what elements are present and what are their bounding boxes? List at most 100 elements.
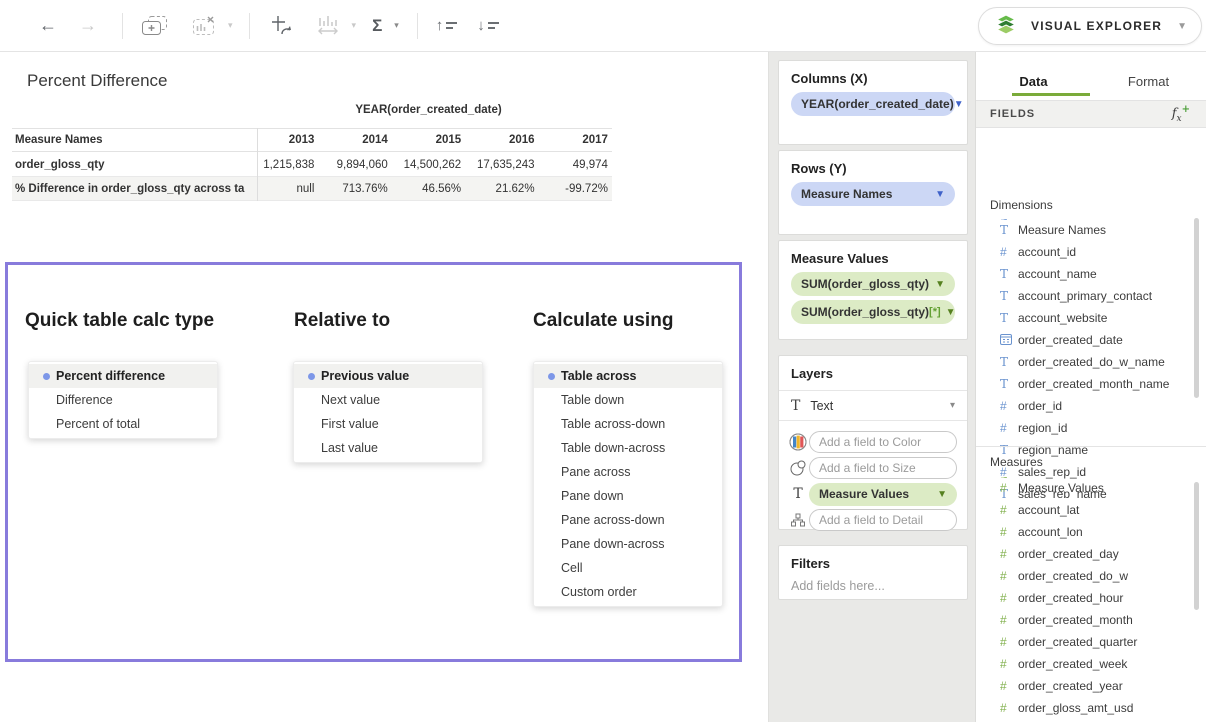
calc-option[interactable]: Table across: [534, 364, 722, 388]
chevron-down-icon[interactable]: ▼: [937, 489, 947, 500]
chevron-down-icon[interactable]: ▼: [954, 99, 964, 110]
calc-option-label: Previous value: [321, 369, 409, 383]
field-item[interactable]: ~T Measure Names: [976, 219, 1206, 241]
forward-arrow-icon[interactable]: →: [68, 15, 108, 36]
color-field-dropzone[interactable]: Add a field to Color: [809, 431, 957, 453]
calc-option[interactable]: Table down: [534, 388, 722, 412]
dimensions-scrollbar[interactable]: [1194, 218, 1199, 398]
calc-option[interactable]: Percent of total: [29, 412, 217, 436]
filters-dropzone[interactable]: Add fields here...: [779, 571, 967, 593]
field-label: account_primary_contact: [1018, 289, 1152, 303]
field-item[interactable]: # region_id: [976, 417, 1206, 439]
field-item[interactable]: T account_name: [976, 263, 1206, 285]
measure-names-icon: ~T: [1000, 223, 1018, 237]
calc-option[interactable]: Pane down: [534, 484, 722, 508]
swap-axes-icon[interactable]: [270, 14, 294, 38]
field-item[interactable]: # account_lat: [976, 499, 1206, 521]
size-field-dropzone[interactable]: Add a field to Size: [809, 457, 957, 479]
text-icon: T: [1000, 289, 1018, 303]
layers-shelf: Layers T Text ▾ Add a field to Color: [778, 355, 968, 530]
calc-option[interactable]: First value: [294, 412, 482, 436]
page-title: Percent Difference: [27, 71, 167, 91]
view-type-icon[interactable]: [316, 14, 340, 38]
chevron-down-icon[interactable]: ▼: [946, 307, 956, 318]
sort-descending-icon[interactable]: ↓: [477, 17, 499, 34]
field-item[interactable]: # order_created_month: [976, 609, 1206, 631]
selected-bullet-icon: [308, 369, 321, 383]
field-item[interactable]: ~# Measure Values: [976, 477, 1206, 499]
field-label: order_created_week: [1018, 657, 1127, 671]
calc-option-label: Pane down-across: [561, 537, 665, 551]
field-item[interactable]: # order_created_quarter: [976, 631, 1206, 653]
field-item[interactable]: # order_created_day: [976, 543, 1206, 565]
measures-scrollbar[interactable]: [1194, 482, 1199, 610]
table-row: % Difference in order_gloss_qty across t…: [12, 177, 612, 201]
row-label: % Difference in order_gloss_qty across t…: [12, 183, 245, 195]
calc-option[interactable]: Previous value: [294, 364, 482, 388]
tab-format[interactable]: Format: [1091, 60, 1206, 100]
calc-option[interactable]: Custom order: [534, 580, 722, 604]
text-layer-icon: T: [791, 398, 800, 414]
field-item[interactable]: # account_id: [976, 241, 1206, 263]
calc-option[interactable]: Difference: [29, 388, 217, 412]
rows-field-pill[interactable]: Measure Names ▼: [791, 182, 955, 206]
field-item[interactable]: T order_created_month_name: [976, 373, 1206, 395]
calc-option[interactable]: Percent difference: [29, 364, 217, 388]
calc-option[interactable]: Table down-across: [534, 436, 722, 460]
fields-panel: Data Format FIELDS fx+ Dimensions ~T Mea…: [975, 52, 1206, 722]
text-field-pill[interactable]: Measure Values ▼: [809, 483, 957, 506]
field-label: order_created_do_w: [1018, 569, 1128, 583]
calc-option[interactable]: Table across-down: [534, 412, 722, 436]
columns-field-pill[interactable]: YEAR(order_created_date) ▼: [791, 92, 955, 116]
field-item[interactable]: T order_created_do_w_name: [976, 351, 1206, 373]
calc-option[interactable]: Pane across: [534, 460, 722, 484]
number-icon: #: [1000, 245, 1018, 259]
back-arrow-icon[interactable]: ←: [28, 15, 68, 36]
table-cell: -99.72%: [539, 183, 612, 195]
field-item[interactable]: # order_created_hour: [976, 587, 1206, 609]
measure-values-title: Measure Values: [779, 241, 967, 266]
chevron-down-icon[interactable]: ▼: [935, 279, 945, 290]
pill-label: Measure Values: [819, 487, 909, 501]
number-icon: #: [1000, 525, 1018, 539]
clear-visualization-icon[interactable]: [192, 15, 216, 37]
field-item[interactable]: # order_gloss_amt_usd: [976, 697, 1206, 719]
field-item[interactable]: # order_created_do_w: [976, 565, 1206, 587]
field-item[interactable]: order_created_date: [976, 329, 1206, 351]
calc-option[interactable]: Cell: [534, 556, 722, 580]
measure-values-pill[interactable]: SUM(order_gloss_qty) [*] ▼: [791, 300, 955, 324]
detail-field-dropzone[interactable]: Add a field to Detail: [809, 509, 957, 531]
field-item[interactable]: # order_id: [976, 395, 1206, 417]
calc-option[interactable]: Pane down-across: [534, 532, 722, 556]
chevron-down-icon[interactable]: ▾: [228, 20, 233, 31]
visual-explorer-button[interactable]: VISUAL EXPLORER ▼: [978, 7, 1202, 45]
pill-label: YEAR(order_created_date): [801, 97, 954, 111]
toolbar-divider: [417, 13, 418, 39]
field-item[interactable]: # account_lon: [976, 521, 1206, 543]
measures-section-label: Measures: [990, 455, 1043, 469]
columns-shelf: Columns (X) YEAR(order_created_date) ▼: [778, 60, 968, 145]
rows-shelf: Rows (Y) Measure Names ▼: [778, 150, 968, 235]
layer-type-dropdown[interactable]: T Text ▾: [779, 391, 967, 421]
new-visualization-icon[interactable]: [141, 15, 168, 37]
chevron-down-icon[interactable]: ▾: [394, 20, 399, 31]
field-item[interactable]: T account_primary_contact: [976, 285, 1206, 307]
chevron-down-icon[interactable]: ▾: [950, 400, 955, 411]
sort-ascending-icon[interactable]: ↑: [436, 17, 458, 34]
add-calculated-field-button[interactable]: fx+: [1172, 104, 1190, 124]
dropzone-placeholder: Add a field to Size: [819, 461, 916, 475]
measure-values-pill[interactable]: SUM(order_gloss_qty) ▼: [791, 272, 955, 296]
field-item[interactable]: T account_website: [976, 307, 1206, 329]
calc-option[interactable]: Pane across-down: [534, 508, 722, 532]
field-item[interactable]: # order_created_week: [976, 653, 1206, 675]
field-label: account_id: [1018, 245, 1076, 259]
chevron-down-icon[interactable]: ▾: [352, 20, 357, 31]
calc-option[interactable]: Last value: [294, 436, 482, 460]
chevron-down-icon[interactable]: ▼: [935, 189, 945, 200]
calc-option[interactable]: Next value: [294, 388, 482, 412]
color-icon: [787, 433, 809, 451]
column-group-header: YEAR(order_created_date): [245, 104, 612, 116]
field-item[interactable]: # order_created_year: [976, 675, 1206, 697]
aggregate-sigma-icon[interactable]: Σ: [372, 16, 382, 36]
number-icon: #: [1000, 421, 1018, 435]
